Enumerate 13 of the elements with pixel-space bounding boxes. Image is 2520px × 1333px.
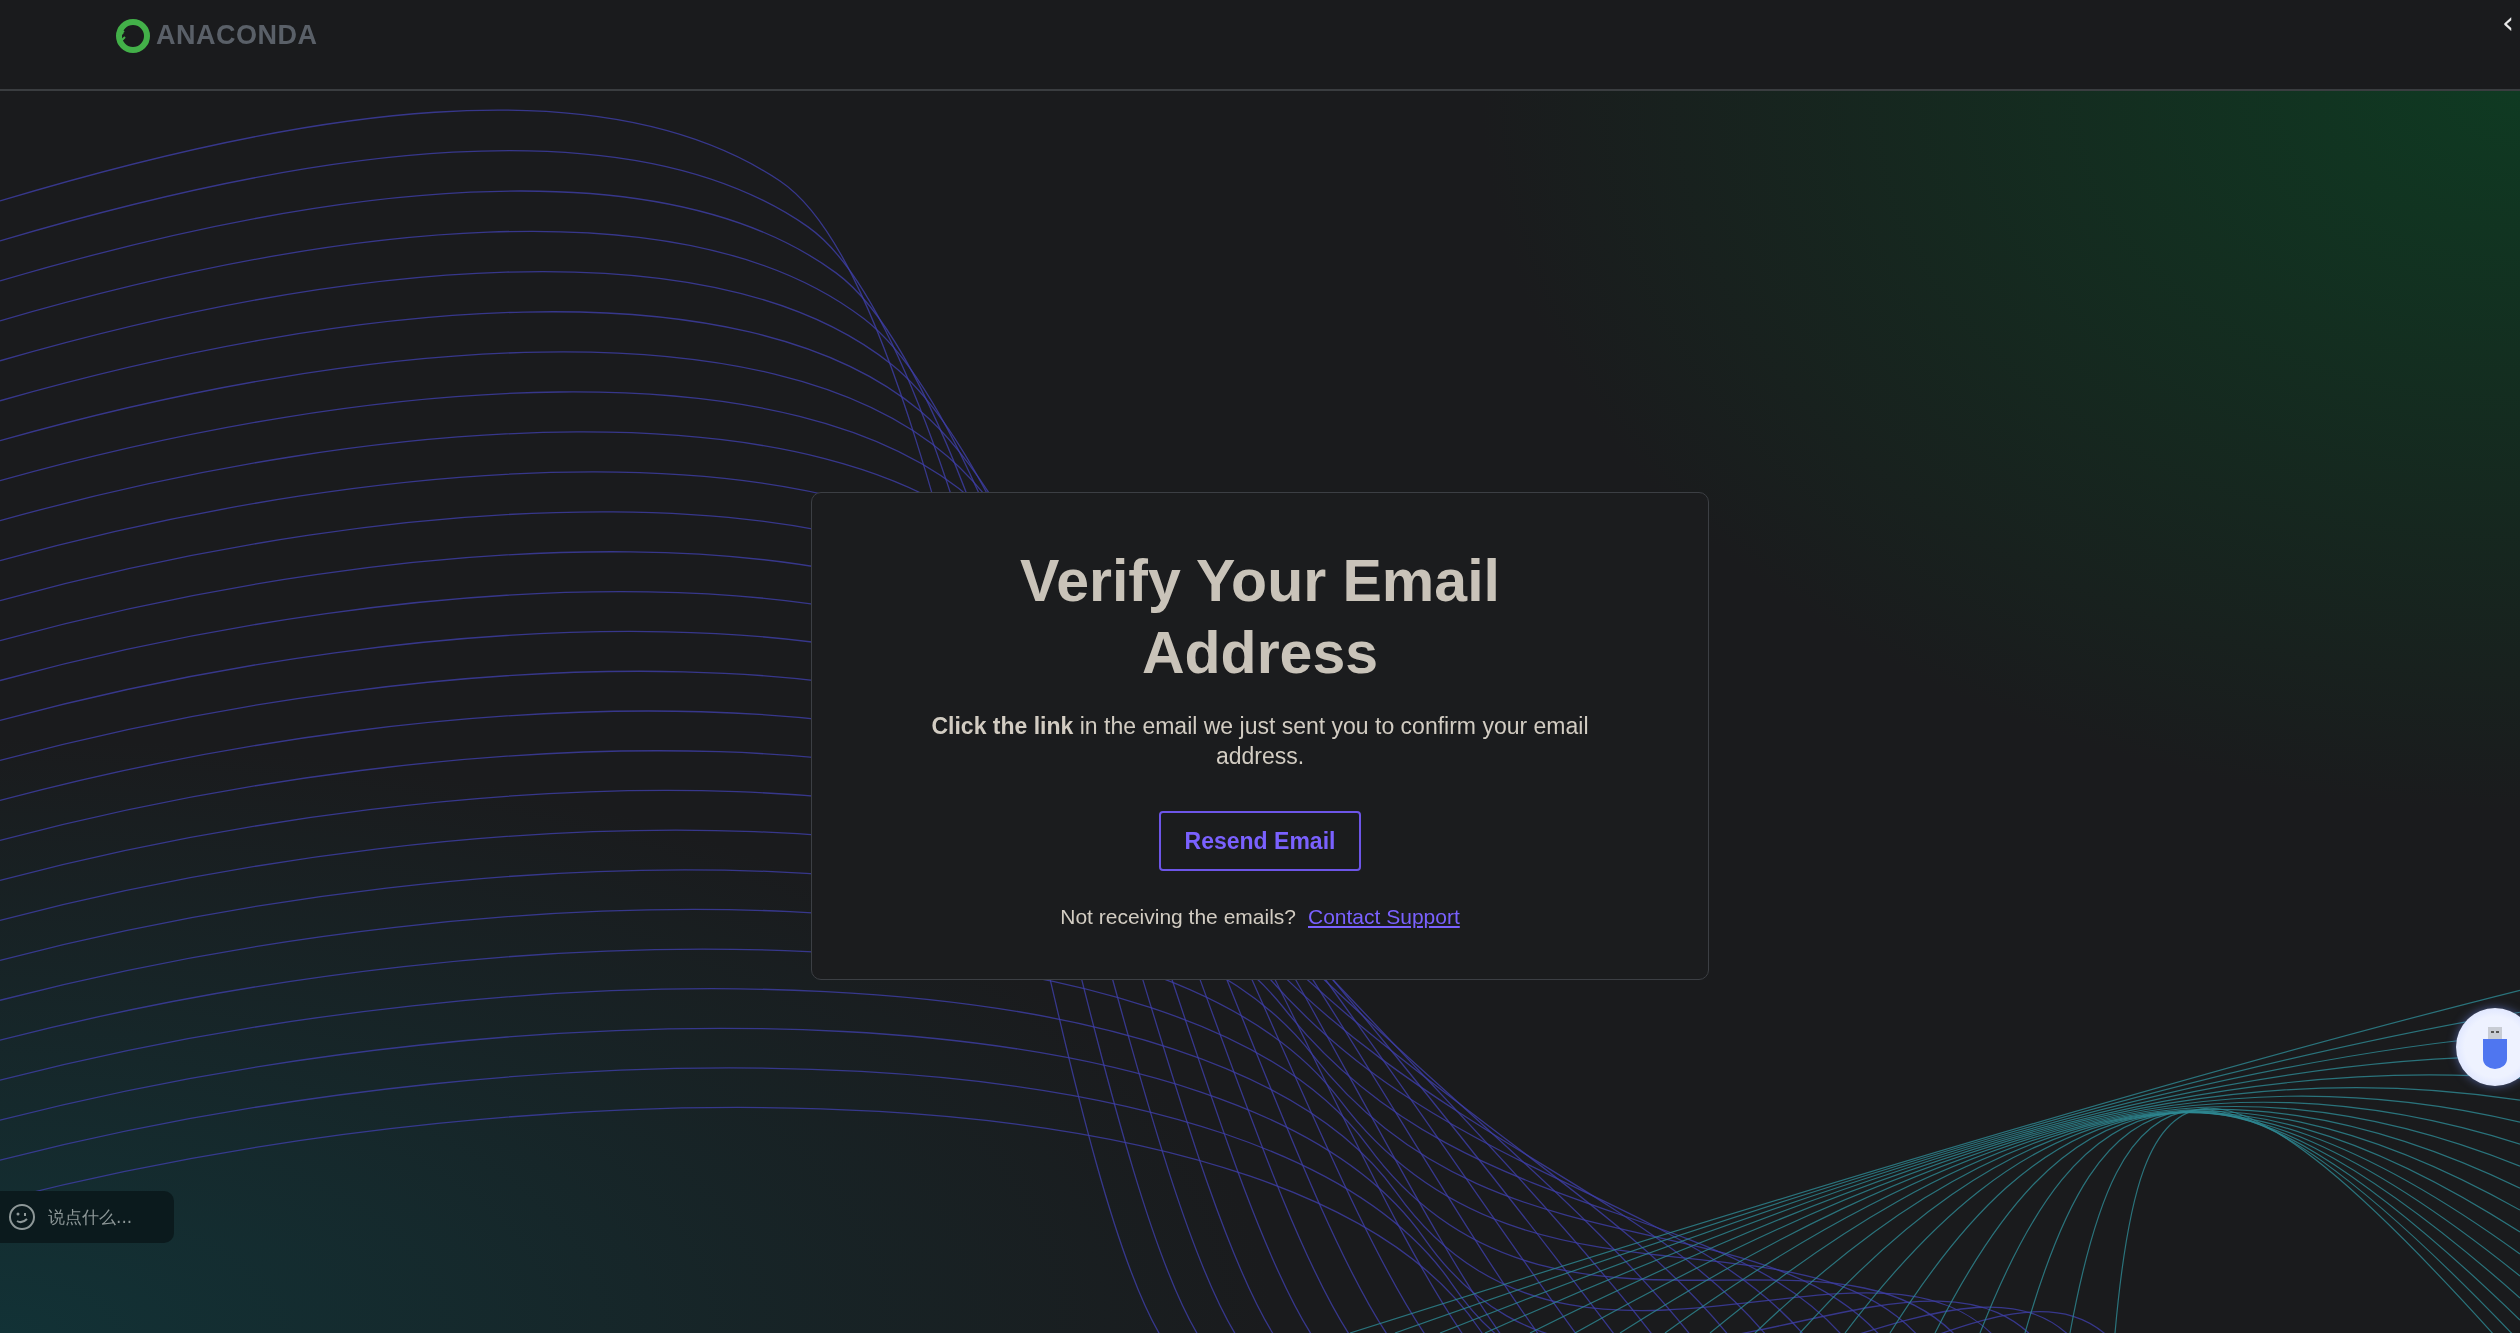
card-message: Click the link in the email we just sent you to confirm your email address. [930, 712, 1590, 771]
usb-drive-icon [2480, 1025, 2510, 1069]
smiley-icon [8, 1203, 36, 1231]
chat-box[interactable]: 说点什么... [0, 1191, 174, 1243]
footer-text: Not receiving the emails? [1060, 905, 1296, 929]
ring-logo-icon [114, 17, 150, 54]
resend-email-button[interactable]: Resend Email [1158, 811, 1362, 871]
usb-drive-button[interactable] [2456, 1008, 2520, 1086]
chat-input-field[interactable]: 说点什么... [46, 1206, 170, 1228]
logo-wordmark: ANACONDA [156, 20, 318, 51]
contact-support-link[interactable]: Contact Support [1308, 905, 1460, 929]
card-title: Verify Your Email Address [1019, 547, 1501, 688]
collapse-button[interactable]: ‹ [2496, 8, 2520, 38]
